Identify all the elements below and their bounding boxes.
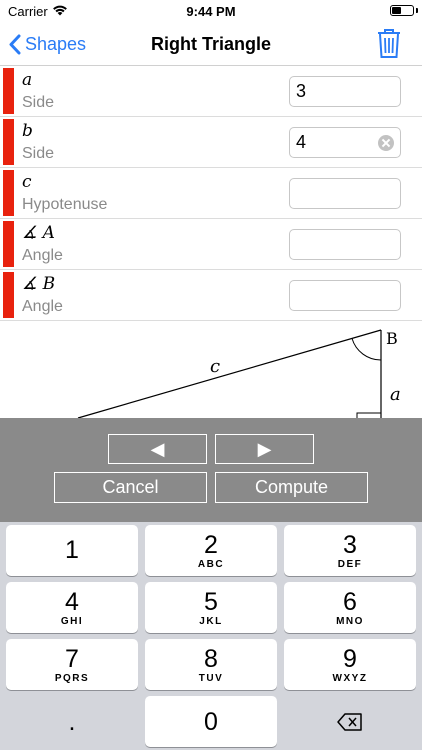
side-a-input[interactable]: 3 (289, 76, 401, 107)
key-letters: PQRS (54, 672, 90, 684)
diagram-label-b: B (386, 329, 398, 348)
key-1[interactable]: 1 (6, 525, 138, 576)
key-delete[interactable] (284, 696, 416, 747)
row-angle-a: ∡ A Angle (0, 219, 422, 270)
compute-button[interactable]: Compute (215, 472, 368, 503)
next-field-button[interactable]: ▶ (215, 434, 314, 464)
diagram-label-c: c (210, 356, 220, 377)
numeric-keyboard: 1 2 ABC 3 DEF 4 GHI 5 JKL 6 MNO 7 PQRS 8… (0, 522, 422, 750)
row-label: Side (22, 94, 55, 111)
key-digit: 1 (65, 536, 79, 564)
diagram-label-a: a (390, 384, 401, 405)
key-letters: JKL (199, 615, 223, 627)
backspace-icon (337, 712, 362, 731)
key-9[interactable]: 9 WXYZ (284, 639, 416, 690)
control-panel: ◀ ▶ Cancel Compute (0, 418, 422, 522)
row-marker (3, 272, 14, 318)
row-marker (3, 119, 14, 165)
key-letters: MNO (336, 615, 364, 627)
key-decimal[interactable]: . (6, 696, 138, 747)
row-symbol: ∡ A (22, 223, 55, 243)
key-4[interactable]: 4 GHI (6, 582, 138, 633)
key-digit: 7 (65, 644, 79, 673)
row-label: Angle (22, 247, 63, 264)
key-digit: 0 (204, 707, 218, 736)
angle-a-input[interactable] (289, 229, 401, 260)
input-list: a Side 3 b Side 4 c Hypotenuse ∡ A Angle… (0, 66, 422, 321)
hypotenuse-line (77, 329, 382, 419)
side-b-value: 4 (296, 132, 307, 152)
key-digit: 9 (343, 644, 357, 673)
key-digit: . (68, 707, 76, 736)
status-bar: Carrier 9:44 PM (0, 0, 422, 22)
status-time: 9:44 PM (186, 4, 236, 19)
key-digit: 4 (65, 587, 79, 616)
key-digit: 3 (343, 530, 357, 559)
key-8[interactable]: 8 TUV (145, 639, 277, 690)
triangle-diagram: c B a (0, 321, 422, 419)
key-6[interactable]: 6 MNO (284, 582, 416, 633)
previous-field-button[interactable]: ◀ (108, 434, 207, 464)
key-0[interactable]: 0 (145, 696, 277, 747)
key-5[interactable]: 5 JKL (145, 582, 277, 633)
row-label: Angle (22, 298, 63, 315)
row-hypotenuse-c: c Hypotenuse (0, 168, 422, 219)
row-angle-b: ∡ B Angle (0, 270, 422, 321)
navigation-bar: Shapes Right Triangle (0, 22, 422, 66)
key-3[interactable]: 3 DEF (284, 525, 416, 576)
trash-icon[interactable] (376, 28, 402, 60)
row-marker (3, 221, 14, 267)
row-label: Hypotenuse (22, 196, 108, 213)
row-symbol: ∡ B (22, 274, 56, 294)
hypotenuse-c-input[interactable] (289, 178, 401, 209)
row-side-b: b Side 4 (0, 117, 422, 168)
key-letters: TUV (198, 672, 224, 684)
row-marker (3, 68, 14, 114)
key-2[interactable]: 2 ABC (145, 525, 277, 576)
row-symbol: b (22, 121, 33, 141)
key-letters: ABC (197, 558, 225, 570)
row-symbol: a (22, 70, 33, 90)
row-label: Side (22, 145, 55, 162)
key-letters: GHI (60, 615, 84, 627)
battery-cap (416, 8, 418, 13)
key-7[interactable]: 7 PQRS (6, 639, 138, 690)
key-digit: 8 (204, 644, 218, 673)
side-b-input[interactable]: 4 (289, 127, 401, 158)
cancel-button[interactable]: Cancel (54, 472, 207, 503)
angle-b-input[interactable] (289, 280, 401, 311)
battery-icon (390, 5, 414, 16)
page-title: Right Triangle (150, 34, 271, 54)
row-symbol: c (22, 172, 32, 192)
row-marker (3, 170, 14, 216)
key-digit: 2 (204, 530, 218, 559)
key-digit: 5 (204, 587, 218, 616)
clear-icon[interactable] (378, 135, 394, 151)
key-letters: DEF (337, 558, 363, 570)
row-side-a: a Side 3 (0, 66, 422, 117)
key-letters: WXYZ (332, 672, 368, 684)
key-digit: 6 (343, 587, 357, 616)
angle-b-arc (351, 338, 382, 361)
